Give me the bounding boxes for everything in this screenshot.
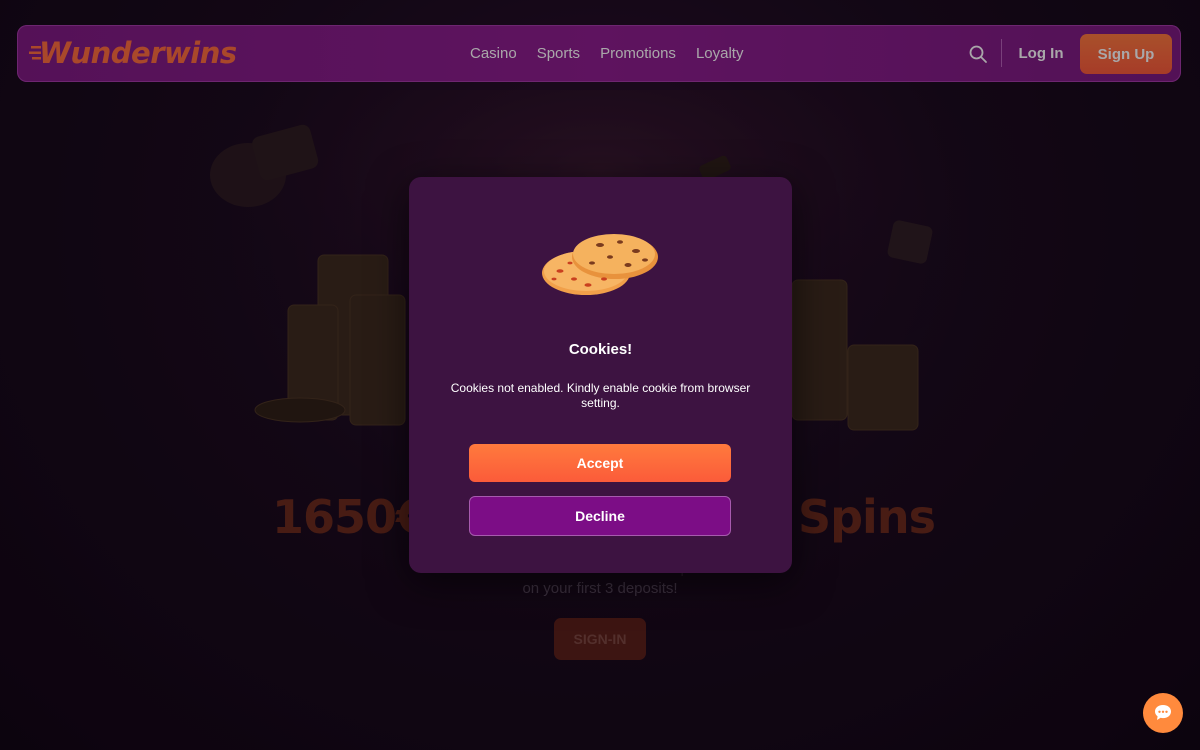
modal-title: Cookies!	[568, 341, 633, 358]
page: 1650€ Spins 100% + 1650€ + 300 Free Spin…	[0, 0, 1200, 750]
accept-button[interactable]: Accept	[469, 444, 731, 482]
modal-message: Cookies not enabled. Kindly enable cooki…	[450, 381, 751, 410]
cookie-modal: Cookies! Cookies not enabled. Kindly ena…	[409, 177, 792, 573]
cookie-icon	[542, 234, 658, 295]
chat-icon	[1155, 705, 1171, 720]
decline-button[interactable]: Decline	[469, 496, 731, 536]
chat-button[interactable]	[1143, 693, 1183, 733]
